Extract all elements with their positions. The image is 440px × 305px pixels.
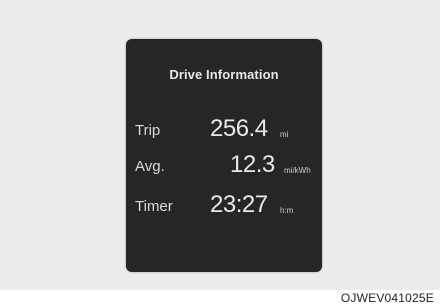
average-row: Avg. 12.3 mi/kWh (126, 145, 322, 179)
figure-code: OJWEV041025E (340, 291, 434, 305)
timer-unit: h:m (280, 206, 294, 215)
trip-value: 256.4 (210, 115, 268, 142)
timer-label: Timer (135, 198, 173, 215)
average-value: 12.3 (230, 151, 275, 178)
trip-unit: mi (280, 130, 289, 139)
timer-row: Timer 23:27 h:m (126, 185, 322, 219)
illustration-background: Drive Information Trip 256.4 mi Avg. 12.… (0, 0, 440, 290)
trip-label: Trip (135, 122, 161, 139)
average-label: Avg. (135, 158, 165, 175)
average-unit: mi/kWh (284, 166, 311, 175)
trip-row: Trip 256.4 mi (126, 109, 322, 143)
panel-title: Drive Information (169, 67, 279, 82)
drive-information-panel: Drive Information Trip 256.4 mi Avg. 12.… (126, 39, 322, 272)
timer-value: 23:27 (210, 191, 268, 218)
